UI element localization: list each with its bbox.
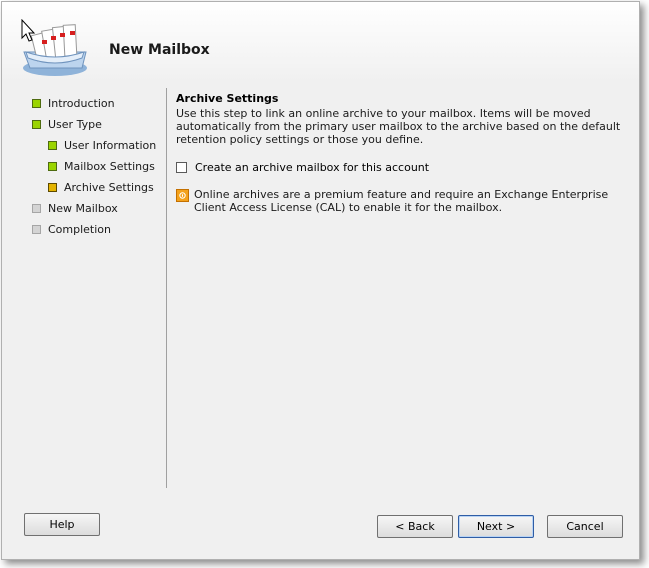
help-button[interactable]: Help — [24, 513, 100, 536]
step-complete-icon — [48, 161, 57, 171]
vertical-divider — [166, 88, 167, 488]
step-description: Use this step to link an online archive … — [176, 107, 621, 146]
license-warning-icon — [176, 189, 189, 202]
next-button[interactable]: Next > — [458, 515, 534, 538]
nav-step-user-information[interactable]: User Information — [48, 137, 156, 153]
section-title: Archive Settings — [176, 92, 279, 105]
nav-step-user-type[interactable]: User Type — [32, 116, 102, 132]
step-complete-icon — [48, 140, 57, 150]
cancel-button[interactable]: Cancel — [547, 515, 623, 538]
nav-step-new-mailbox: New Mailbox — [32, 200, 118, 216]
nav-step-label: User Information — [64, 138, 157, 152]
wizard-window: New Mailbox Introduction User Type User … — [1, 1, 640, 560]
wizard-header: New Mailbox — [2, 2, 639, 82]
step-pending-icon — [32, 203, 41, 213]
step-current-icon — [48, 182, 57, 192]
nav-step-label: User Type — [48, 117, 102, 131]
nav-step-label: Introduction — [48, 96, 115, 110]
nav-step-label: Completion — [48, 222, 112, 236]
nav-step-label: Mailbox Settings — [64, 159, 155, 173]
license-info-text: Online archives are a premium feature an… — [194, 188, 609, 214]
step-complete-icon — [32, 119, 41, 129]
step-pending-icon — [32, 224, 41, 234]
create-archive-option[interactable]: Create an archive mailbox for this accou… — [176, 161, 429, 174]
wizard-title: New Mailbox — [109, 42, 210, 58]
nav-step-label: New Mailbox — [48, 201, 118, 215]
mouse-cursor-icon — [21, 19, 36, 42]
nav-step-mailbox-settings[interactable]: Mailbox Settings — [48, 158, 155, 174]
step-complete-icon — [32, 98, 41, 108]
create-archive-checkbox[interactable] — [176, 162, 187, 173]
back-button[interactable]: < Back — [377, 515, 453, 538]
license-info-note: Online archives are a premium feature an… — [176, 188, 614, 214]
nav-step-introduction[interactable]: Introduction — [32, 95, 115, 111]
nav-step-completion: Completion — [32, 221, 111, 237]
create-archive-label[interactable]: Create an archive mailbox for this accou… — [195, 161, 429, 174]
nav-step-label: Archive Settings — [64, 180, 154, 194]
nav-step-archive-settings[interactable]: Archive Settings — [48, 179, 154, 195]
